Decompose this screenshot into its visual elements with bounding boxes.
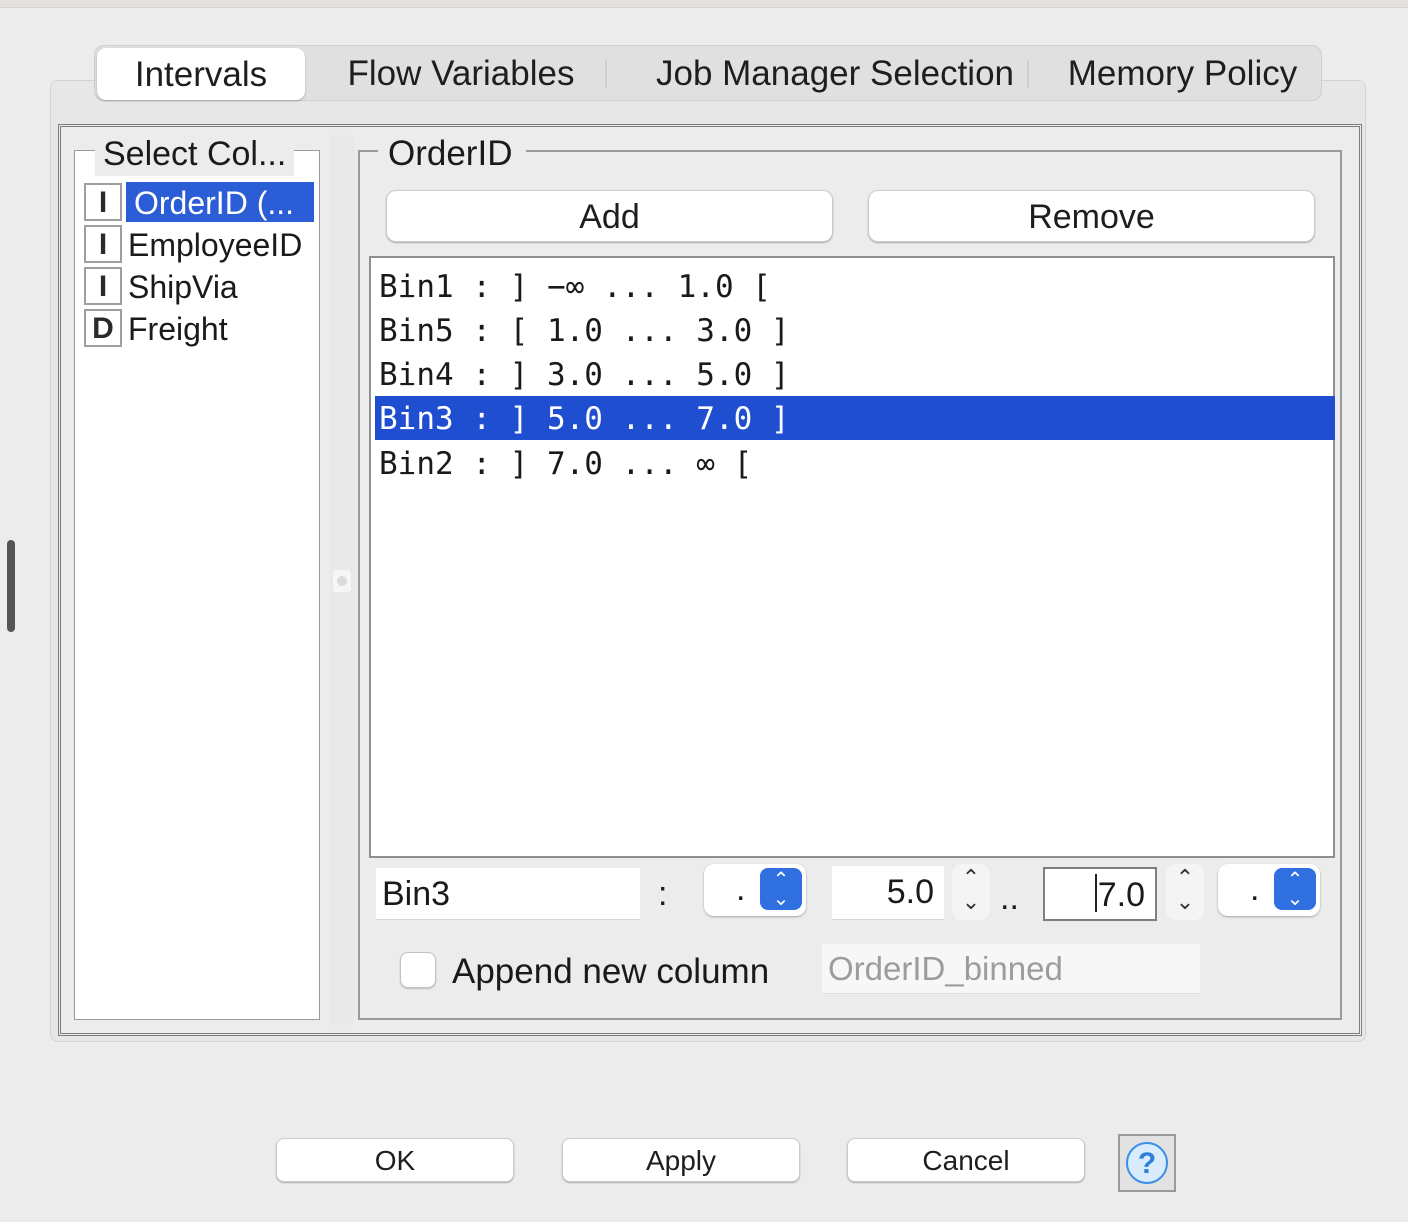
upper-bound-field[interactable]: 7.0 bbox=[1043, 867, 1157, 921]
add-button[interactable]: Add bbox=[386, 190, 833, 242]
right-bracket-value: . bbox=[1250, 870, 1260, 908]
text-caret bbox=[1095, 874, 1097, 912]
column-item-orderid[interactable]: I OrderID (... bbox=[84, 182, 314, 222]
column-item-label: ShipVia bbox=[128, 269, 238, 305]
column-item-label: EmployeeID bbox=[128, 227, 303, 263]
append-new-column-label: Append new column bbox=[452, 952, 770, 991]
bin-row[interactable]: Bin1 : ] −∞ ... 1.0 [ bbox=[375, 264, 1335, 308]
lower-bound-field[interactable]: 5.0 bbox=[832, 866, 944, 920]
help-button[interactable]: ? bbox=[1118, 1134, 1176, 1192]
tab-separator bbox=[1027, 60, 1029, 88]
integer-type-icon: I bbox=[84, 225, 122, 263]
bin-row[interactable]: Bin5 : [ 1.0 ... 3.0 ] bbox=[375, 308, 1335, 352]
left-bracket-value: . bbox=[736, 870, 746, 908]
column-item-label: Freight bbox=[128, 311, 228, 347]
column-item-freight[interactable]: D Freight bbox=[84, 308, 314, 348]
range-separator: .. bbox=[1000, 879, 1019, 917]
bin-name-field[interactable]: Bin3 bbox=[376, 868, 640, 920]
double-type-icon: D bbox=[84, 309, 122, 347]
left-bracket-select[interactable]: . ⌃ ⌄ bbox=[704, 864, 806, 916]
bin-row[interactable]: Bin2 : ] 7.0 ... ∞ [ bbox=[375, 441, 1335, 485]
up-down-chevron-icon: ⌃ ⌄ bbox=[1274, 868, 1316, 910]
tab-intervals[interactable]: Intervals bbox=[97, 48, 305, 100]
integer-type-icon: I bbox=[84, 183, 122, 221]
tab-memory-policy[interactable]: Memory Policy bbox=[1050, 46, 1315, 100]
integer-type-icon: I bbox=[84, 267, 122, 305]
tab-flow-variables[interactable]: Flow Variables bbox=[323, 46, 599, 100]
tab-bar: Intervals Flow Variables Job Manager Sel… bbox=[94, 45, 1322, 101]
help-icon: ? bbox=[1126, 1142, 1168, 1184]
upper-bound-stepper[interactable]: ⌃ ⌄ bbox=[1166, 864, 1204, 920]
window-top-edge bbox=[0, 0, 1408, 8]
bin-name-colon: : bbox=[658, 875, 668, 913]
interval-editor-title: OrderID bbox=[378, 132, 527, 176]
remove-button[interactable]: Remove bbox=[868, 190, 1315, 242]
column-item-shipvia[interactable]: I ShipVia bbox=[84, 266, 314, 306]
apply-button[interactable]: Apply bbox=[562, 1138, 800, 1182]
column-list-title: Select Col... bbox=[95, 132, 295, 176]
cancel-button[interactable]: Cancel bbox=[847, 1138, 1085, 1182]
up-down-chevron-icon: ⌃ ⌄ bbox=[760, 868, 802, 910]
bin-row-selected[interactable]: Bin3 : ] 5.0 ... 7.0 ] bbox=[375, 396, 1335, 440]
new-column-name-field[interactable]: OrderID_binned bbox=[822, 944, 1200, 994]
ok-button[interactable]: OK bbox=[276, 1138, 514, 1182]
tab-job-manager-selection[interactable]: Job Manager Selection bbox=[625, 46, 1045, 100]
append-new-column-checkbox[interactable] bbox=[400, 952, 436, 988]
tab-separator bbox=[605, 60, 607, 88]
column-item-employeeid[interactable]: I EmployeeID bbox=[84, 224, 314, 264]
lower-bound-stepper[interactable]: ⌃ ⌄ bbox=[952, 864, 990, 920]
right-bracket-select[interactable]: . ⌃ ⌄ bbox=[1218, 864, 1320, 916]
bin-list[interactable]: Bin1 : ] −∞ ... 1.0 [ Bin5 : [ 1.0 ... 3… bbox=[369, 256, 1335, 858]
split-pane-handle[interactable] bbox=[333, 570, 351, 592]
resize-handle[interactable] bbox=[7, 540, 15, 632]
bin-row[interactable]: Bin4 : ] 3.0 ... 5.0 ] bbox=[375, 352, 1335, 396]
column-item-label: OrderID (... bbox=[126, 182, 314, 222]
